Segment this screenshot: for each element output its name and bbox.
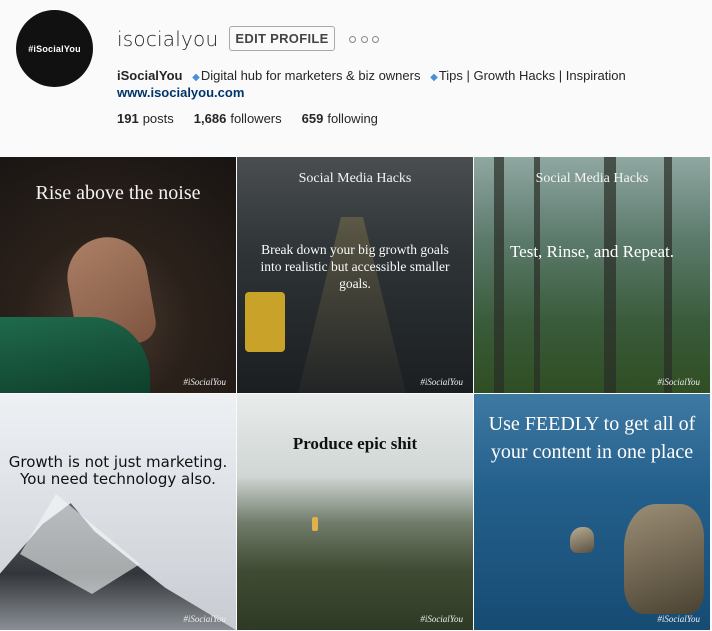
website-link[interactable]: www.isocialyou.com [117, 85, 244, 100]
tree-trunk [664, 157, 672, 393]
diamond-icon: ◆ [192, 72, 200, 83]
profile-stats: 191 posts 1,686 followers 659 following [117, 111, 398, 126]
bio: iSocialYou ◆Digital hub for marketers & … [117, 68, 707, 86]
bio-text-2: Tips | Growth Hacks | Inspiration [438, 68, 626, 83]
following-stat[interactable]: 659 following [302, 111, 378, 126]
post-title: Produce epic shit [292, 434, 418, 453]
post-tile[interactable]: Rise above the noise #iSocialYou [0, 157, 236, 393]
bio-text-1: Digital hub for marketers & biz owners [200, 68, 421, 83]
posts-stat: 191 posts [117, 111, 174, 126]
post-watermark: #iSocialYou [657, 377, 700, 387]
post-tile[interactable]: Use FEEDLY to get all of your content in… [474, 394, 710, 630]
diamond-icon: ◆ [430, 72, 438, 83]
post-watermark: #iSocialYou [420, 614, 463, 624]
post-title: Rise above the noise [35, 182, 201, 204]
car-image [245, 292, 285, 352]
avatar[interactable]: #iSocialYou [16, 10, 93, 87]
rock-image [570, 527, 594, 553]
post-body: Test, Rinse, and Repeat. [509, 242, 675, 261]
following-label: following [327, 111, 378, 126]
post-body: Use FEEDLY to get all of your content in… [488, 413, 696, 463]
rock-image [624, 504, 704, 614]
post-body: Break down your big growth goals into re… [260, 242, 450, 291]
post-title: Social Media Hacks [298, 171, 412, 186]
more-options-icon[interactable] [349, 32, 379, 46]
profile-header: #iSocialYou isocialyou EDIT PROFILE iSoc… [0, 0, 712, 155]
post-tile[interactable]: Produce epic shit #iSocialYou [237, 394, 473, 630]
posts-count: 191 [117, 111, 139, 126]
following-count: 659 [301, 111, 324, 126]
post-tile[interactable]: Growth is not just marketing. You need t… [0, 394, 236, 630]
post-watermark: #iSocialYou [183, 614, 226, 624]
post-watermark: #iSocialYou [657, 614, 700, 624]
tree-trunk [534, 157, 540, 393]
post-title: Social Media Hacks [535, 171, 649, 186]
tree-trunk [494, 157, 504, 393]
posts-label: posts [142, 111, 174, 126]
post-tile[interactable]: Social Media Hacks Break down your big g… [237, 157, 473, 393]
followers-label: followers [230, 111, 282, 126]
post-watermark: #iSocialYou [183, 377, 226, 387]
tree-trunk [604, 157, 616, 393]
display-name: iSocialYou [117, 68, 183, 83]
post-watermark: #iSocialYou [420, 377, 463, 387]
post-tile[interactable]: Social Media Hacks Test, Rinse, and Repe… [474, 157, 710, 393]
avatar-text: #iSocialYou [28, 43, 81, 54]
post-body: Growth is not just marketing. You need t… [8, 453, 228, 488]
followers-stat[interactable]: 1,686 followers [194, 111, 282, 126]
person-image [312, 517, 318, 531]
username: isocialyou [117, 27, 219, 51]
edit-profile-button[interactable]: EDIT PROFILE [229, 26, 335, 51]
followers-count: 1,686 [193, 111, 227, 126]
